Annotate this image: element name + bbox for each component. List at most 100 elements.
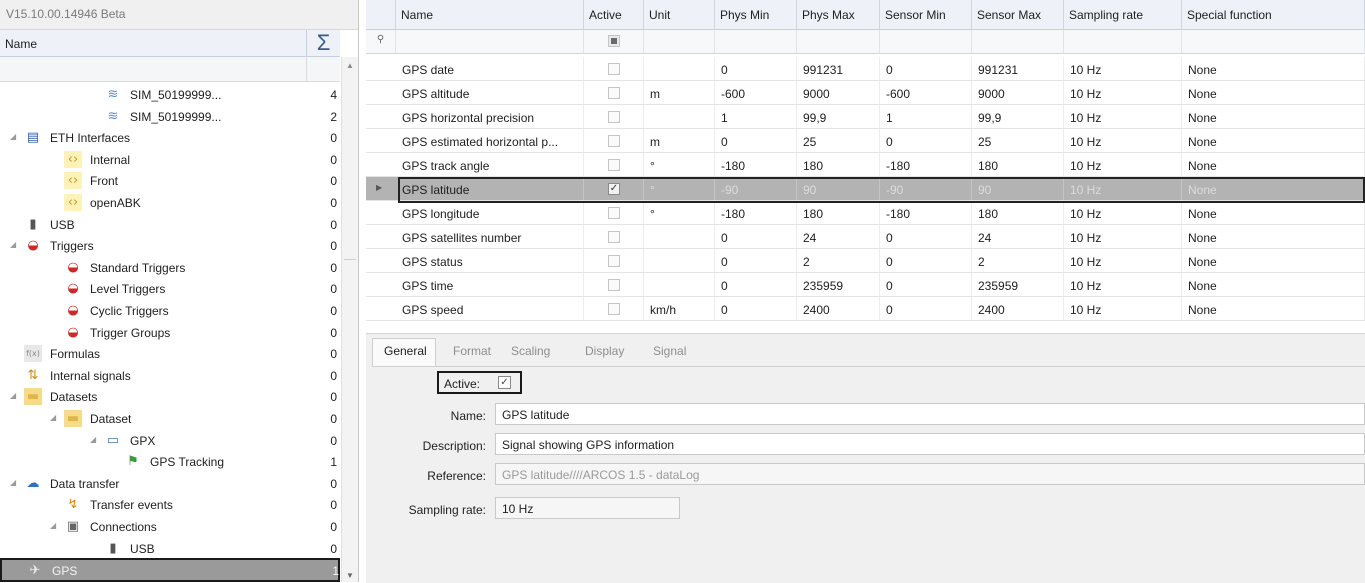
table-row[interactable]: GPS status 0 2 0 2 10 Hz None xyxy=(366,249,1365,273)
tree-item[interactable]: ≋ SIM_50199999... 2 xyxy=(0,106,340,128)
tab-general[interactable]: General xyxy=(384,344,427,358)
column-header[interactable]: Sampling rate xyxy=(1064,0,1182,30)
tree-item[interactable]: ‹› Front 0 xyxy=(0,170,340,192)
table-row[interactable]: GPS speed km/h 0 2400 0 2400 10 Hz None xyxy=(366,297,1365,321)
tree-item[interactable]: ◒ Cyclic Triggers 0 xyxy=(0,300,340,322)
tab-format[interactable]: Format xyxy=(453,344,491,358)
column-filter-cell[interactable] xyxy=(1064,30,1182,54)
column-filter-cell[interactable] xyxy=(396,30,584,54)
scroll-up-icon[interactable]: ▲ xyxy=(342,61,358,70)
active-cell[interactable] xyxy=(584,57,644,80)
column-filter-cell[interactable] xyxy=(880,30,972,54)
unchecked-checkbox[interactable] xyxy=(608,207,620,219)
expand-toggle-icon[interactable]: ◢ xyxy=(90,435,96,444)
tree-item[interactable]: ‹› Internal 0 xyxy=(0,149,340,171)
active-cell[interactable] xyxy=(584,153,644,176)
tree-item[interactable]: ≋ SIM_50199999... 4 xyxy=(0,84,340,106)
column-header[interactable]: Unit xyxy=(644,0,715,30)
column-header[interactable]: Sensor Min xyxy=(880,0,972,30)
active-cell[interactable] xyxy=(584,129,644,152)
tree-item[interactable]: ◒ Level Triggers 0 xyxy=(0,278,340,300)
table-row[interactable]: GPS horizontal precision 1 99,9 1 99,9 10 Hz N… xyxy=(366,105,1365,129)
tree-item[interactable]: f(x) Formulas 0 xyxy=(0,343,340,365)
unchecked-checkbox[interactable] xyxy=(608,279,620,291)
scroll-thumb[interactable] xyxy=(344,259,356,260)
unchecked-checkbox[interactable] xyxy=(608,63,620,75)
table-row[interactable]: GPS longitude ° -180 180 -180 180 10 Hz None xyxy=(366,201,1365,225)
expand-toggle-icon[interactable]: ◢ xyxy=(50,413,56,422)
table-row[interactable]: GPS estimated horizontal p... m 0 25 0 25 10 H… xyxy=(366,129,1365,153)
column-filter-cell[interactable] xyxy=(644,30,715,54)
tree-item[interactable]: ◒ Standard Triggers 0 xyxy=(0,257,340,279)
unchecked-checkbox[interactable] xyxy=(608,87,620,99)
sensor-min-cell: 0 xyxy=(880,273,972,296)
tree-item[interactable]: ▮ USB 0 xyxy=(0,538,340,560)
unchecked-checkbox[interactable] xyxy=(608,303,620,315)
tree-item[interactable]: ◢ ▬ Dataset 0 xyxy=(0,408,340,430)
active-cell[interactable] xyxy=(584,273,644,296)
sampling-rate-field[interactable]: 10 Hz xyxy=(495,497,680,519)
tree-item[interactable]: ‹› openABK 0 xyxy=(0,192,340,214)
column-header[interactable]: Active xyxy=(584,0,644,30)
unchecked-checkbox[interactable] xyxy=(608,255,620,267)
table-row[interactable]: GPS time 0 235959 0 235959 10 Hz None xyxy=(366,273,1365,297)
scroll-down-icon[interactable]: ▼ xyxy=(342,571,358,580)
unchecked-checkbox[interactable] xyxy=(608,135,620,147)
unchecked-checkbox[interactable] xyxy=(608,159,620,171)
tab-display[interactable]: Display xyxy=(585,344,624,358)
tree-item[interactable]: ◢ ☁ Data transfer 0 xyxy=(0,473,340,495)
column-filter-cell[interactable] xyxy=(972,30,1064,54)
tree-item[interactable]: ◢ ▤ ETH Interfaces 0 xyxy=(0,127,340,149)
tree-item[interactable]: ◢ ▭ GPX 0 xyxy=(0,430,340,452)
checked-checkbox[interactable]: ✓ xyxy=(608,183,620,195)
tree-scrollbar[interactable]: ▲ ▼ xyxy=(341,57,358,582)
sum-column-icon[interactable]: Σ xyxy=(306,30,340,57)
column-header[interactable]: Special function xyxy=(1182,0,1365,30)
expand-toggle-icon[interactable]: ◢ xyxy=(10,391,16,400)
active-cell[interactable] xyxy=(584,105,644,128)
tree-item[interactable]: ✈ GPS 1 xyxy=(0,558,340,583)
column-header[interactable]: Phys Max xyxy=(797,0,880,30)
active-cell[interactable]: ✓ xyxy=(584,177,644,200)
column-filter-cell[interactable] xyxy=(715,30,797,54)
active-cell[interactable] xyxy=(584,297,644,320)
tree-item[interactable]: ⚑ GPS Tracking 1 xyxy=(0,451,340,473)
tree-item[interactable]: ▮ USB 0 xyxy=(0,214,340,236)
active-checkbox[interactable]: ✓ xyxy=(498,376,511,389)
active-cell[interactable] xyxy=(584,201,644,224)
active-cell[interactable] xyxy=(584,249,644,272)
table-row[interactable]: GPS altitude m -600 9000 -600 9000 10 Hz None xyxy=(366,81,1365,105)
tree-item[interactable]: ◢ ▬ Datasets 0 xyxy=(0,386,340,408)
expand-toggle-icon[interactable]: ◢ xyxy=(10,240,16,249)
tree-column-name[interactable]: Name xyxy=(5,37,37,51)
column-header[interactable]: Phys Min xyxy=(715,0,797,30)
expand-toggle-icon[interactable]: ◢ xyxy=(50,521,56,530)
expand-toggle-icon[interactable]: ◢ xyxy=(10,478,16,487)
column-filter-cell[interactable] xyxy=(1182,30,1365,54)
expand-toggle-icon[interactable]: ◢ xyxy=(10,132,16,141)
tree-item[interactable]: ◢ ◒ Triggers 0 xyxy=(0,235,340,257)
name-field[interactable]: GPS latitude xyxy=(495,403,1365,425)
column-filter-cell[interactable] xyxy=(797,30,880,54)
table-row[interactable]: GPS date 0 991231 0 991231 10 Hz None xyxy=(366,57,1365,81)
tree-filter-row[interactable] xyxy=(0,57,340,82)
tree-item[interactable]: ⇅ Internal signals 0 xyxy=(0,365,340,387)
table-row[interactable]: GPS track angle ° -180 180 -180 180 10 Hz None xyxy=(366,153,1365,177)
column-header[interactable]: Name xyxy=(396,0,584,30)
column-header[interactable]: Sensor Max xyxy=(972,0,1064,30)
tree-item[interactable]: ◒ Trigger Groups 0 xyxy=(0,322,340,344)
description-field[interactable]: Signal showing GPS information xyxy=(495,433,1365,455)
active-filter-checkbox[interactable] xyxy=(608,35,620,47)
tab-signal[interactable]: Signal xyxy=(653,344,686,358)
tree-item[interactable]: ◢ ▣ Connections 0 xyxy=(0,516,340,538)
table-row[interactable]: ▶ GPS latitude ✓ ° -90 90 -90 90 10 Hz None xyxy=(366,177,1365,201)
table-row[interactable]: GPS satellites number 0 24 0 24 10 Hz None xyxy=(366,225,1365,249)
unchecked-checkbox[interactable] xyxy=(608,231,620,243)
unchecked-checkbox[interactable] xyxy=(608,111,620,123)
tree-item[interactable]: ↯ Transfer events 0 xyxy=(0,494,340,516)
active-cell[interactable] xyxy=(584,225,644,248)
column-filter-cell[interactable] xyxy=(584,30,644,54)
filter-pin-icon[interactable]: ⚲ xyxy=(366,30,396,54)
tab-scaling[interactable]: Scaling xyxy=(511,344,550,358)
active-cell[interactable] xyxy=(584,81,644,104)
